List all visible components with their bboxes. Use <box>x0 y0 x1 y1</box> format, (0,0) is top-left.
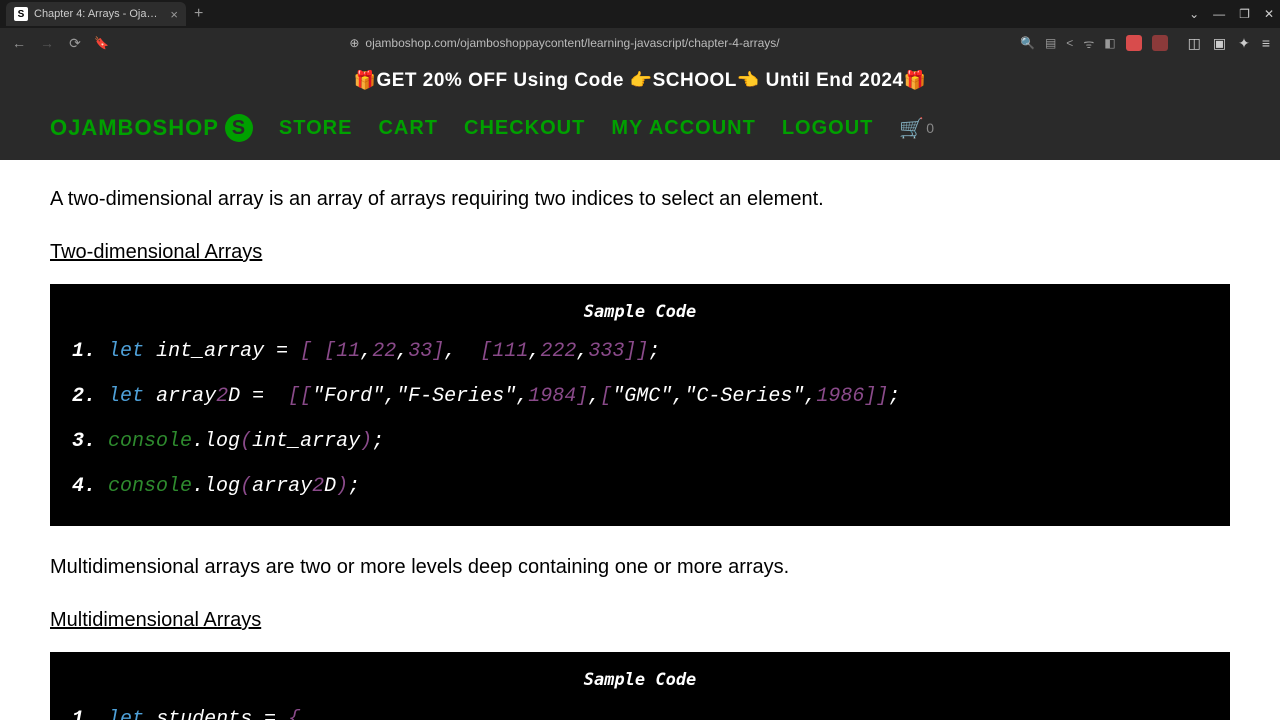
promo-banner: 🎁GET 20% OFF Using Code 👉SCHOOL👈 Until E… <box>0 58 1280 104</box>
page-content: 🎁GET 20% OFF Using Code 👉SCHOOL👈 Until E… <box>0 58 1280 720</box>
browser-titlebar: S Chapter 4: Arrays - Ojambo × + ⌄ — ❐ ✕ <box>0 0 1280 28</box>
tab-favicon: S <box>14 7 28 21</box>
article-content: A two-dimensional array is an array of a… <box>0 160 1280 720</box>
code-line-4: 4. console.log(array2D); <box>72 475 1208 498</box>
heading-multi-arrays: Multidimensional Arrays <box>50 609 1230 632</box>
gift-icon: 🎁 <box>354 70 377 90</box>
site-info-icon[interactable]: ⊕ <box>349 36 359 50</box>
forward-button[interactable]: → <box>38 35 56 51</box>
menu-icon[interactable]: ≡ <box>1262 35 1270 52</box>
nav-account[interactable]: MY ACCOUNT <box>611 117 755 140</box>
browser-tab[interactable]: S Chapter 4: Arrays - Ojambo × <box>6 2 186 26</box>
heading-2d-arrays: Two-dimensional Arrays <box>50 241 1230 264</box>
gift-icon: 🎁 <box>904 70 927 90</box>
cart-count: 0 <box>926 120 934 136</box>
maximize-icon[interactable]: ❐ <box>1239 7 1250 21</box>
reload-button[interactable]: ⟳ <box>66 35 84 52</box>
code-line-1: 1. let int_array = [ [11,22,33], [111,22… <box>72 340 1208 363</box>
shield-icon[interactable]: ◧ <box>1104 36 1115 50</box>
nav-logout[interactable]: LOGOUT <box>782 117 874 140</box>
brand-s-icon: S <box>225 114 253 142</box>
code-line-1: 1. let students = { <box>72 708 1208 720</box>
code-line-2: 2. let array2D = [["Ford","F-Series",198… <box>72 385 1208 408</box>
code-title: Sample Code <box>72 670 1208 690</box>
browser-toolbar: ← → ⟳ 🔖 ⊕ ojamboshop.com/ojamboshoppayco… <box>0 28 1280 58</box>
nav-checkout[interactable]: CHECKOUT <box>464 117 585 140</box>
site-navbar: OJAMBOSHOP S STORE CART CHECKOUT MY ACCO… <box>0 104 1280 160</box>
extension-badge-1[interactable] <box>1126 35 1142 51</box>
url-text: ojamboshop.com/ojamboshoppaycontent/lear… <box>365 36 779 50</box>
paragraph-multi-intro: Multidimensional arrays are two or more … <box>50 556 1230 579</box>
sidebar-icon[interactable]: ◫ <box>1188 35 1201 52</box>
promo-text: 🎁GET 20% OFF Using Code 👉SCHOOL👈 Until E… <box>354 70 927 91</box>
rss-icon[interactable]: ᯤ <box>1083 35 1094 52</box>
brand-logo[interactable]: OJAMBOSHOP S <box>50 114 253 142</box>
extension-badge-2[interactable] <box>1152 35 1168 51</box>
minimize-icon[interactable]: — <box>1213 7 1225 21</box>
reader-icon[interactable]: ▤ <box>1045 36 1056 50</box>
tab-title: Chapter 4: Arrays - Ojambo <box>34 8 164 20</box>
code-title: Sample Code <box>72 302 1208 322</box>
code-line-3: 3. console.log(int_array); <box>72 430 1208 453</box>
url-bar[interactable]: ⊕ ojamboshop.com/ojamboshoppaycontent/le… <box>119 36 1010 50</box>
point-left-icon: 👈 <box>737 70 760 90</box>
nav-store[interactable]: STORE <box>279 117 353 140</box>
code-block-multi: Sample Code 1. let students = { <box>50 652 1230 720</box>
point-right-icon: 👉 <box>630 70 653 90</box>
chevron-down-icon[interactable]: ⌄ <box>1189 7 1199 21</box>
share-icon[interactable]: < <box>1066 36 1073 50</box>
cart-icon[interactable]: 🛒0 <box>899 116 934 141</box>
new-tab-button[interactable]: + <box>186 5 211 23</box>
sparkle-icon[interactable]: ✦ <box>1238 35 1250 52</box>
paragraph-2d-intro: A two-dimensional array is an array of a… <box>50 188 1230 211</box>
close-icon[interactable]: ✕ <box>1264 7 1274 21</box>
bookmark-icon[interactable]: 🔖 <box>94 36 109 50</box>
back-button[interactable]: ← <box>10 35 28 51</box>
code-block-2d: Sample Code 1. let int_array = [ [11,22,… <box>50 284 1230 526</box>
nav-cart[interactable]: CART <box>378 117 438 140</box>
panel-icon[interactable]: ▣ <box>1213 35 1226 52</box>
tab-close-icon[interactable]: × <box>170 7 178 22</box>
zoom-icon[interactable]: 🔍 <box>1020 36 1035 50</box>
